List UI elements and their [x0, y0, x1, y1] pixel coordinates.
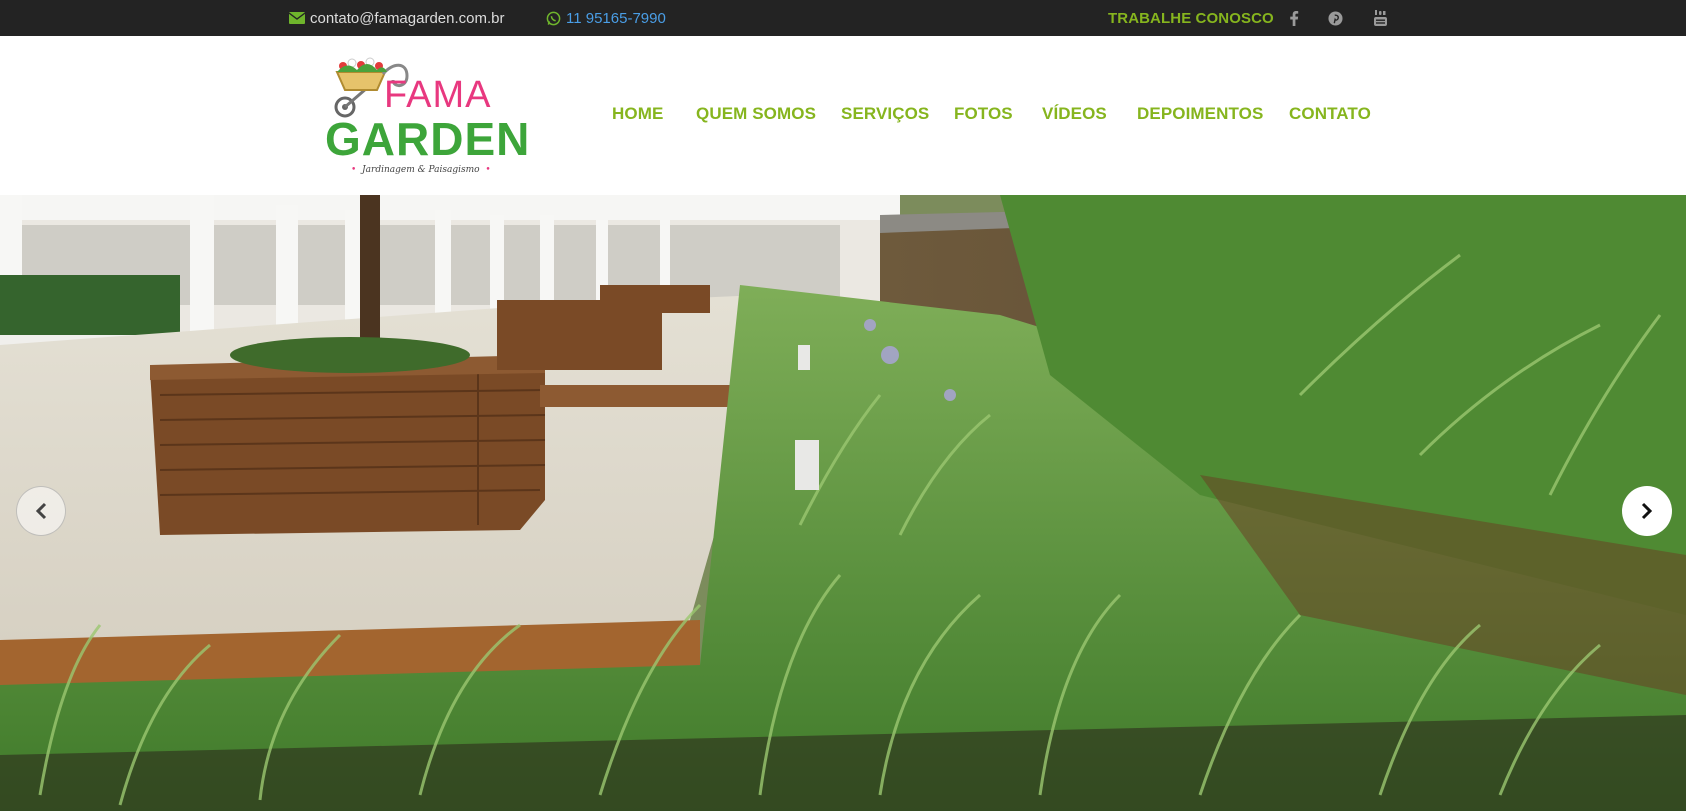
logo-tagline: • Jardinagem & Paisagismo •: [351, 165, 491, 175]
site-header: FAMA GARDEN • Jardinagem & Paisagismo • …: [0, 36, 1686, 195]
contact-email[interactable]: contato@famagarden.com.br: [289, 0, 505, 36]
nav-servicos[interactable]: SERVIÇOS: [841, 104, 929, 124]
youtube-icon[interactable]: [1370, 8, 1390, 28]
nav-depoimentos[interactable]: DEPOIMENTOS: [1137, 104, 1263, 124]
contact-phone[interactable]: 11 95165-7990: [546, 0, 666, 36]
facebook-icon[interactable]: [1284, 8, 1304, 28]
fama-garden-logo[interactable]: FAMA GARDEN • Jardinagem & Paisagismo •: [323, 54, 529, 179]
nav-fotos[interactable]: FOTOS: [954, 104, 1013, 124]
nav-quem-somos[interactable]: QUEM SOMOS: [696, 104, 816, 124]
envelope-icon: [289, 12, 305, 24]
nav-home[interactable]: HOME: [612, 104, 663, 124]
slider-next-button[interactable]: [1622, 486, 1672, 536]
phone-text: 11 95165-7990: [566, 9, 666, 27]
whatsapp-icon: [546, 11, 561, 25]
nav-videos[interactable]: VÍDEOS: [1042, 104, 1107, 124]
slider-prev-button[interactable]: [16, 486, 66, 536]
email-text: contato@famagarden.com.br: [310, 9, 505, 27]
top-bar: contato@famagarden.com.br 11 95165-7990 …: [0, 0, 1686, 36]
pinterest-icon[interactable]: [1325, 8, 1345, 28]
hero-slider: [0, 195, 1686, 811]
chevron-left-icon: [35, 502, 47, 520]
garden-photo: [0, 195, 1686, 811]
logo-word-garden: GARDEN: [325, 113, 531, 165]
chevron-right-icon: [1641, 502, 1653, 520]
work-with-us-link[interactable]: TRABALHE CONOSCO: [1108, 0, 1274, 36]
nav-contato[interactable]: CONTATO: [1289, 104, 1371, 124]
logo-word-fama: FAMA: [384, 74, 492, 116]
